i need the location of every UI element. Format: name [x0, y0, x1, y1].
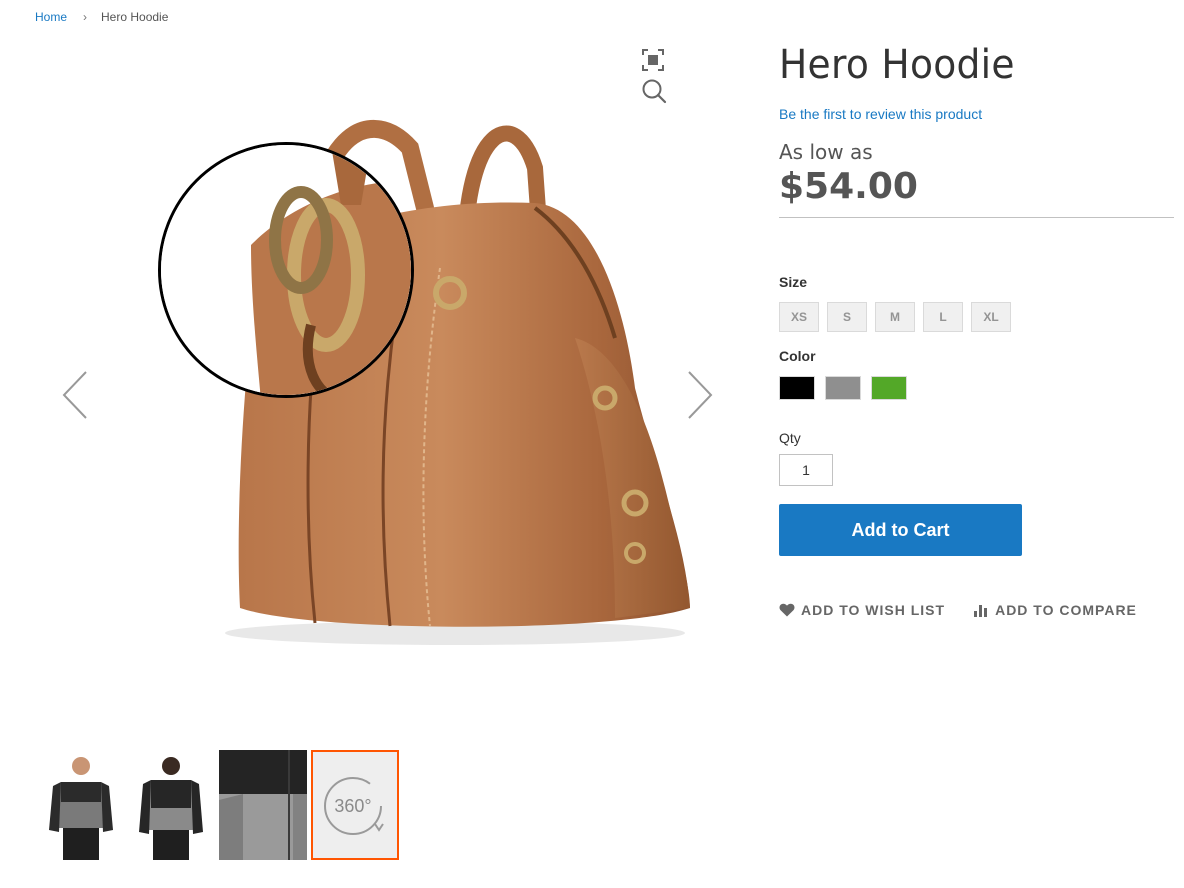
price-divider — [779, 217, 1174, 218]
gallery-thumbnail[interactable] — [127, 750, 215, 860]
color-swatch-black[interactable] — [779, 376, 815, 400]
size-swatch-xs[interactable]: XS — [779, 302, 819, 332]
chevron-left-icon[interactable] — [60, 370, 90, 420]
fullscreen-icon[interactable] — [641, 48, 665, 72]
add-to-compare-link[interactable]: ADD TO COMPARE — [973, 602, 1137, 618]
color-swatch-gray[interactable] — [825, 376, 861, 400]
gallery-thumbnail-360[interactable]: 360° — [311, 750, 399, 860]
qty-input[interactable] — [779, 454, 833, 486]
zoom-icon[interactable] — [641, 78, 667, 104]
qty-label: Qty — [779, 430, 801, 446]
size-label: Size — [779, 274, 808, 290]
price-label: As low as — [779, 140, 873, 164]
product-info: Hero Hoodie Be the first to review this … — [779, 40, 1174, 618]
heart-icon — [779, 603, 795, 617]
gallery-thumbnail[interactable] — [219, 750, 307, 860]
breadcrumb-current: Hero Hoodie — [101, 10, 169, 24]
review-link[interactable]: Be the first to review this product — [779, 106, 982, 122]
gallery-thumbnails: 360° — [35, 750, 399, 860]
price: $54.00 — [779, 166, 918, 207]
gallery-stage — [35, 40, 725, 720]
size-swatch-s[interactable]: S — [827, 302, 867, 332]
color-label: Color — [779, 348, 816, 364]
chevron-right-icon[interactable] — [685, 370, 715, 420]
color-swatch-green[interactable] — [871, 376, 907, 400]
size-swatch-m[interactable]: M — [875, 302, 915, 332]
compare-chart-icon — [974, 605, 988, 617]
gallery-thumbnail[interactable] — [35, 750, 123, 860]
add-to-wishlist-link[interactable]: ADD TO WISH LIST — [779, 602, 945, 618]
product-actions: ADD TO WISH LIST ADD TO COMPARE — [779, 602, 1174, 618]
size-swatch-l[interactable]: L — [923, 302, 963, 332]
breadcrumb: Home › Hero Hoodie — [35, 10, 168, 24]
page-title: Hero Hoodie — [779, 42, 1015, 88]
breadcrumb-home-link[interactable]: Home — [35, 10, 67, 24]
thumb-360-label: 360° — [334, 796, 371, 816]
size-swatches: XS S M L XL — [779, 302, 1174, 332]
size-swatch-xl[interactable]: XL — [971, 302, 1011, 332]
wishlist-label: ADD TO WISH LIST — [801, 602, 946, 618]
zoom-lens — [158, 142, 414, 398]
breadcrumb-separator: › — [83, 10, 88, 24]
add-to-cart-button[interactable]: Add to Cart — [779, 504, 1022, 556]
compare-label: ADD TO COMPARE — [995, 602, 1137, 618]
product-gallery — [35, 40, 725, 740]
color-swatches — [779, 376, 1174, 400]
